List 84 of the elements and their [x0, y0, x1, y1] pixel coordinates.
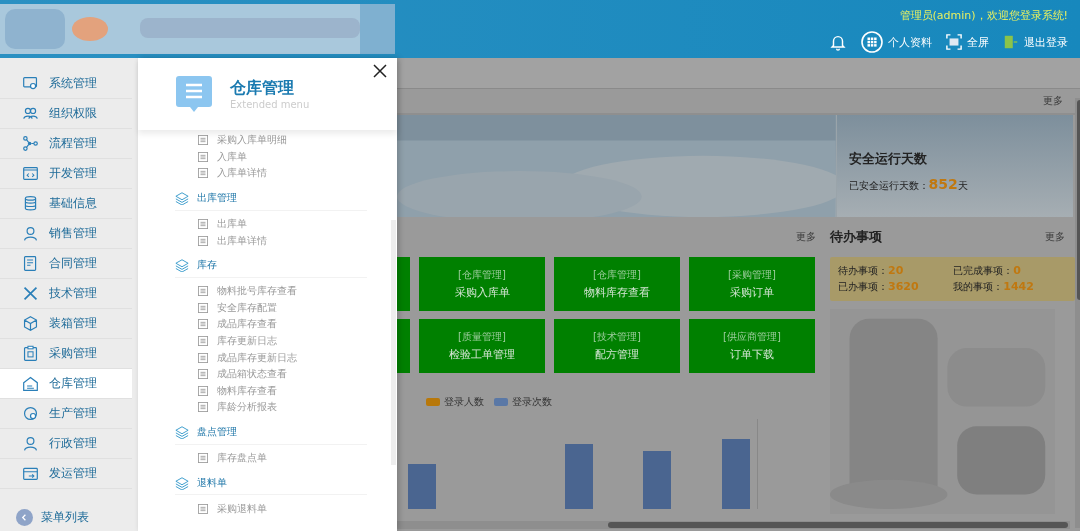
nodes-icon	[22, 135, 39, 152]
layers-icon	[175, 191, 189, 206]
document-icon	[198, 302, 208, 313]
fullscreen-icon	[946, 34, 962, 50]
menu-link[interactable]: 库存更新日志	[198, 332, 397, 350]
menu-bubble-icon	[175, 75, 213, 113]
sidebar-item[interactable]: 仓库管理	[0, 369, 132, 399]
people-icon	[22, 105, 39, 122]
menu-link[interactable]: 入库单	[198, 148, 397, 166]
shortcut-tile[interactable]: [质量管理] 检验工单管理	[419, 319, 545, 373]
back-icon	[16, 508, 33, 526]
todo-stat: 待办事项：20	[838, 264, 905, 278]
shortcut-tile[interactable]: [采购管理] 采购订单	[689, 257, 815, 311]
todo-stat: 已完成事项：0	[953, 264, 1022, 278]
legend-label: 登录人数	[444, 395, 484, 409]
menu-group[interactable]: 盘点管理	[175, 420, 367, 445]
menu-link[interactable]: 入库单详情	[198, 165, 397, 182]
code-window-icon	[22, 165, 39, 182]
more-link[interactable]: 更多	[1044, 230, 1065, 244]
todo-title: 待办事项	[830, 228, 882, 246]
menu-link[interactable]: 成品库存查看	[198, 316, 397, 333]
shortcut-tile[interactable]: [技术管理] 配方管理	[554, 319, 680, 373]
logout-button[interactable]: 退出登录	[1003, 34, 1068, 50]
legend-label: 登录次数	[512, 395, 552, 409]
layers-icon	[175, 475, 189, 490]
bell-icon[interactable]	[829, 33, 847, 51]
menu-link[interactable]: 库龄分析报表	[198, 399, 397, 416]
document-icon	[198, 168, 208, 179]
document-icon	[198, 286, 208, 297]
chart-bar	[408, 464, 436, 509]
menu-link[interactable]: 出库单	[198, 215, 397, 233]
layers-icon	[175, 425, 189, 440]
document-icon	[198, 402, 208, 413]
chart-bar	[722, 439, 750, 509]
clipboard-icon	[22, 345, 39, 362]
document-icon	[198, 453, 208, 463]
grid-icon	[861, 31, 883, 53]
document-icon	[198, 319, 208, 330]
document-icon	[198, 219, 208, 230]
welcome-message: 管理员(admin)，欢迎您登录系统!	[899, 8, 1068, 23]
menu-group[interactable]: 库存	[175, 253, 367, 278]
box-icon	[22, 315, 39, 332]
document-icon	[198, 336, 208, 347]
panel-scrollbar[interactable]	[391, 220, 396, 465]
close-button[interactable]	[373, 64, 387, 78]
menu-link[interactable]: 成品库存更新日志	[198, 349, 397, 366]
fullscreen-button[interactable]: 全屏	[946, 34, 989, 50]
menu-link[interactable]: 出库单详情	[198, 232, 397, 249]
database-icon	[22, 195, 39, 212]
todo-stat: 已办事项：3620	[838, 280, 920, 294]
document-icon	[198, 385, 208, 396]
menu-title: 仓库管理	[230, 78, 295, 99]
door-icon	[1003, 34, 1019, 50]
document-icon	[198, 135, 208, 146]
todo-stat: 我的事项：1442	[953, 280, 1035, 294]
shortcut-tile[interactable]: [仓库管理] 物料库存查看	[554, 257, 680, 311]
shortcut-tile[interactable]: [供应商管理] 订单下载	[689, 319, 815, 373]
menu-group[interactable]: 退料单	[175, 471, 367, 496]
document-icon	[198, 503, 208, 514]
menu-link[interactable]: 物料批号库存查看	[198, 282, 397, 300]
chart-bar	[565, 444, 593, 509]
safety-days-text: 已安全运行天数：852天	[848, 176, 969, 193]
warehouse-icon	[22, 375, 39, 392]
menu-group[interactable]: 出库管理	[175, 186, 367, 211]
profile-button[interactable]: 个人资料	[861, 31, 932, 53]
menu-link[interactable]: 安全库存配置	[198, 299, 397, 317]
chart-bar	[643, 451, 671, 509]
menu-link[interactable]: 物料库存查看	[198, 382, 397, 400]
more-link[interactable]: 更多	[796, 230, 816, 244]
menu-link[interactable]: 采购退料单	[198, 500, 397, 517]
safety-title: 安全运行天数	[848, 150, 928, 168]
document-icon	[198, 352, 208, 363]
document-icon	[198, 151, 208, 162]
document-icon	[198, 369, 208, 380]
more-link[interactable]: 更多	[1042, 94, 1063, 108]
menu-link[interactable]: 库存盘点单	[198, 449, 397, 467]
menu-link[interactable]: 成品箱状态查看	[198, 365, 397, 383]
user-icon	[22, 435, 39, 452]
user-icon	[22, 225, 39, 242]
layers-icon	[175, 258, 189, 273]
menu-link[interactable]: 采购入库单明细	[198, 132, 397, 149]
shortcut-tile[interactable]: [仓库管理] 采购入库单	[419, 257, 545, 311]
document-icon	[198, 235, 208, 246]
document-icon	[22, 255, 39, 272]
